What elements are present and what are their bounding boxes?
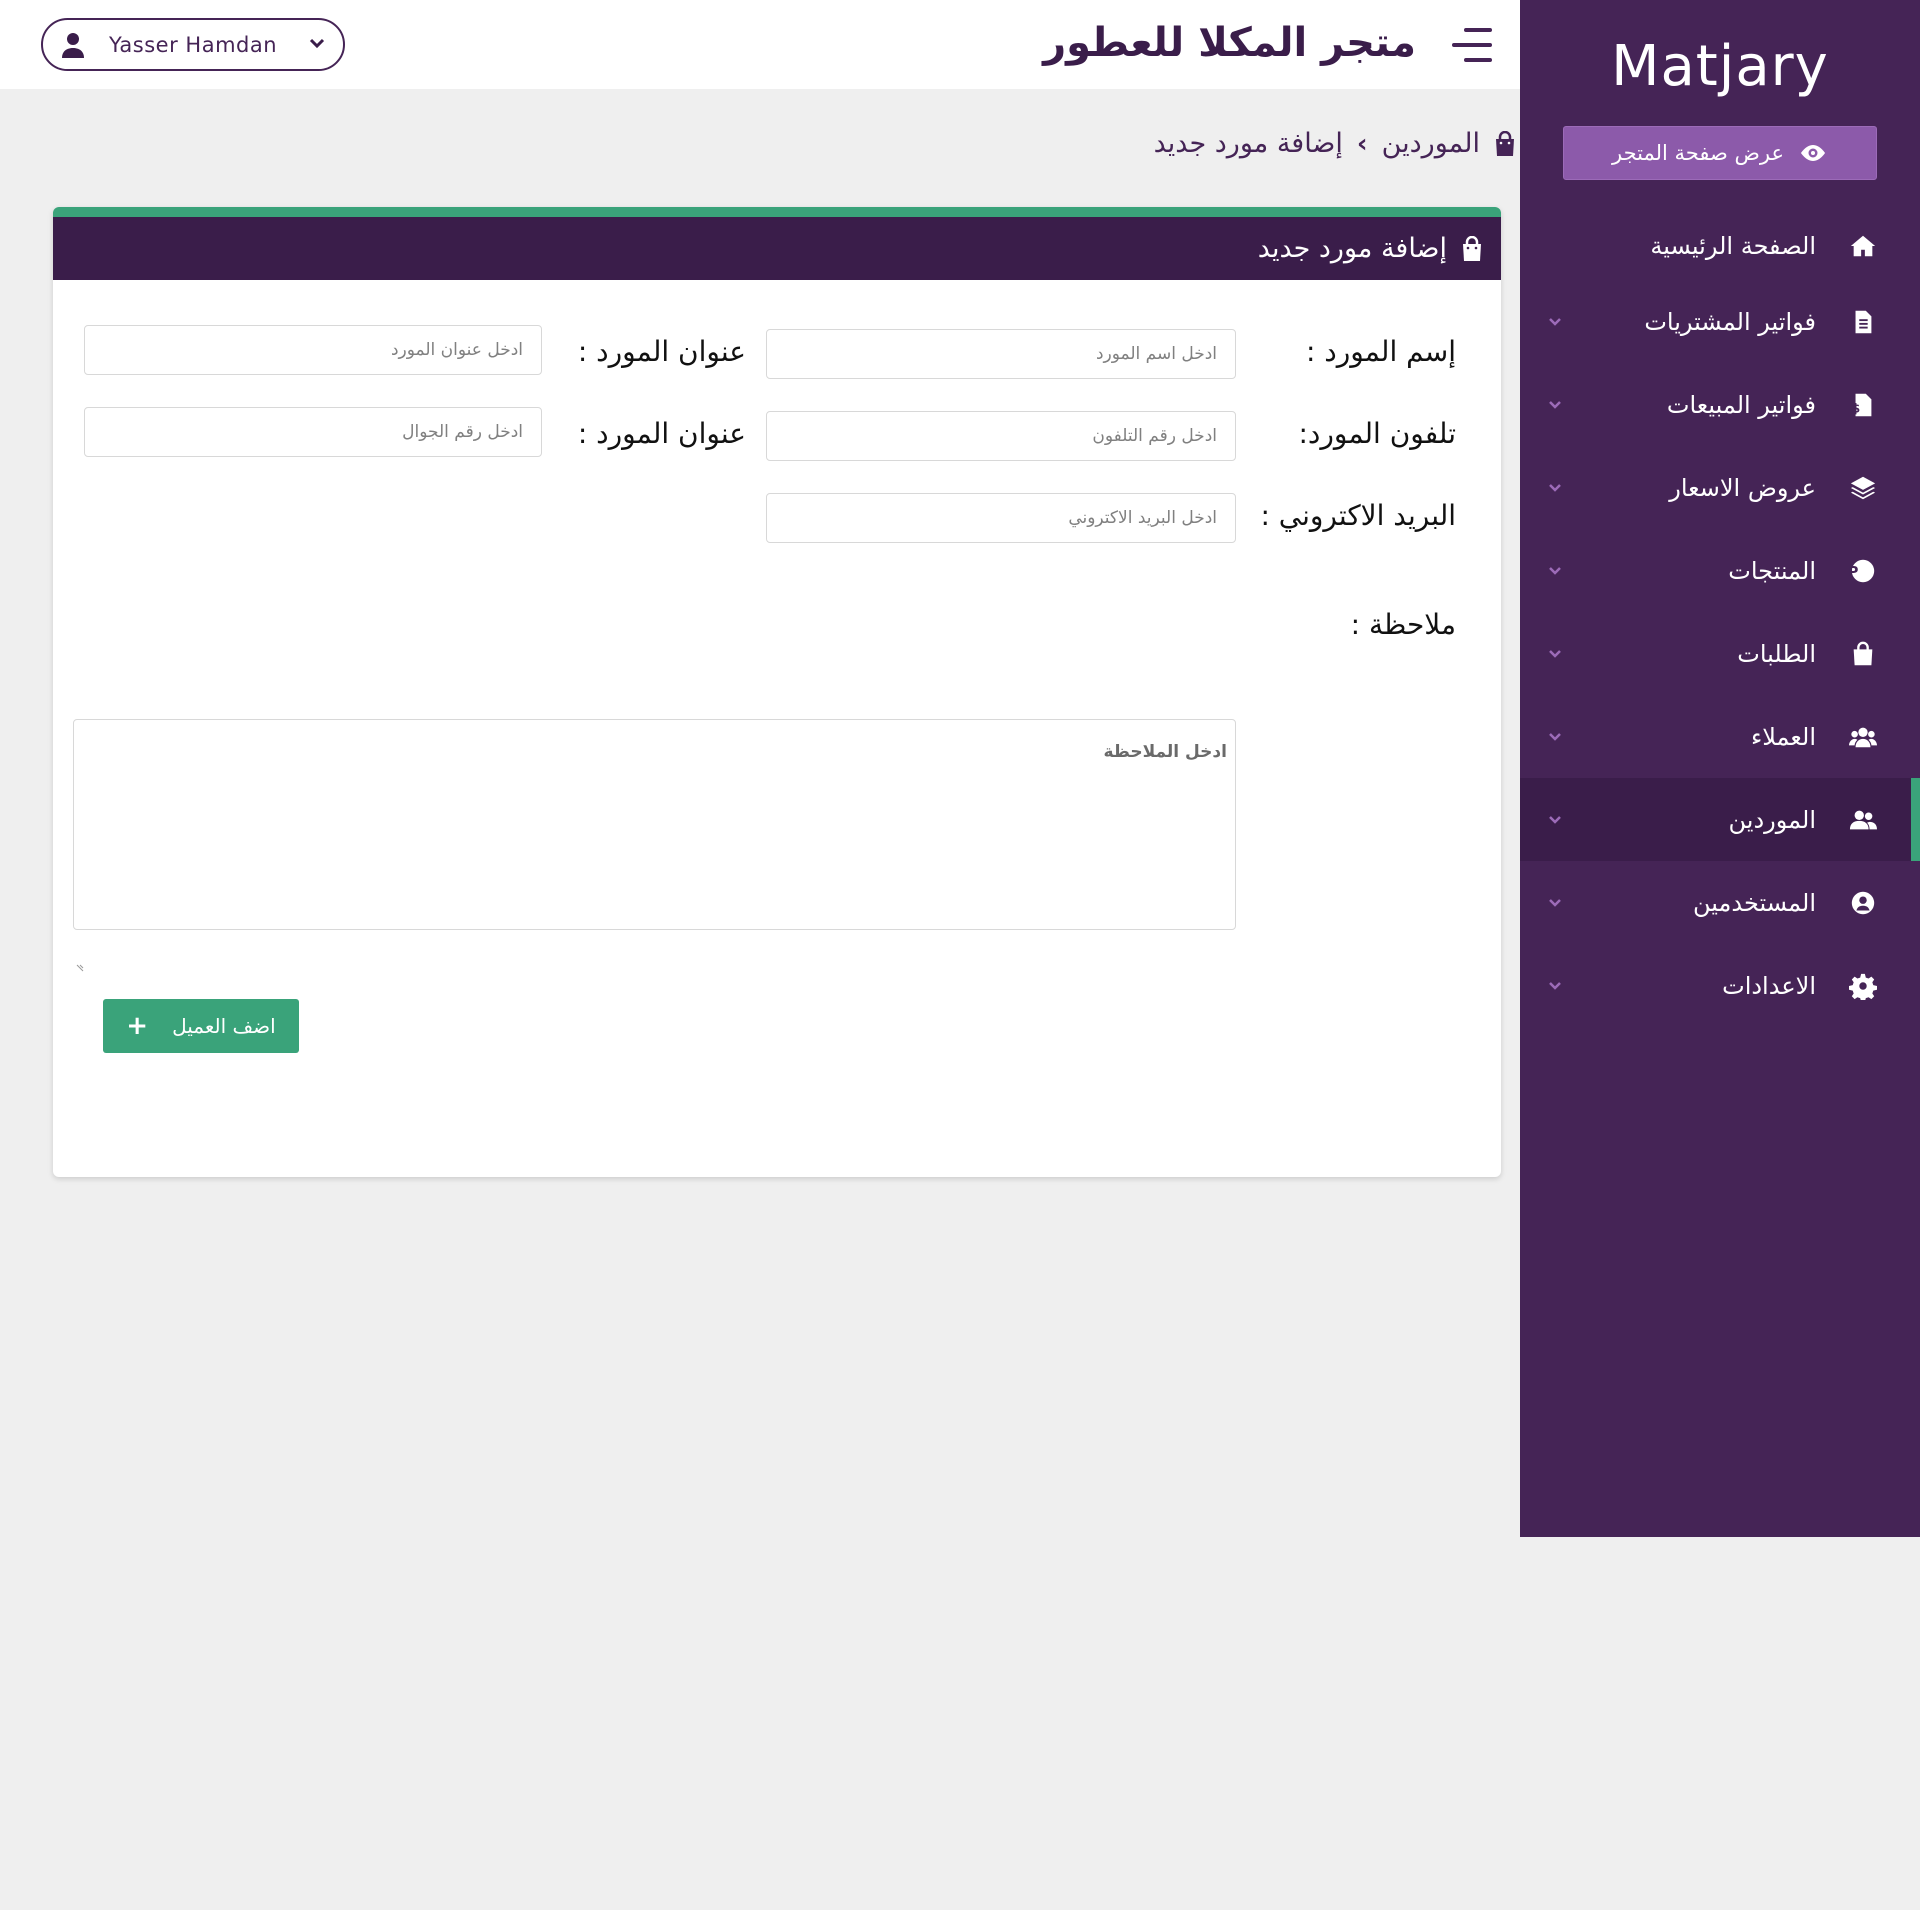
user-menu[interactable]: Yasser Hamdan [41,18,345,71]
dollar-file-icon: $ [1846,388,1880,422]
supplier-address-input[interactable] [84,325,542,375]
supplier-address-label: عنوان المورد : [577,335,746,368]
svg-text:$: $ [1852,401,1860,415]
sidebar-item-orders[interactable]: الطلبات [1520,612,1920,695]
sidebar-item-suppliers[interactable]: الموردين [1520,778,1920,861]
sidebar-item-settings[interactable]: الاعدادات [1520,944,1920,1027]
top-bar: متجر المكلا للعطور Yasser Hamdan [0,0,1520,89]
sidebar-item-label: الطلبات [1737,639,1816,668]
add-supplier-card: إضافة مورد جديد إسم المورد : عنوان المور… [53,207,1501,1177]
menu-toggle-icon[interactable] [1452,26,1492,64]
breadcrumb-current: إضافة مورد جديد [1153,128,1343,159]
supplier-phone-label: تلفون المورد: [1298,417,1456,450]
supplier-mobile-input[interactable] [84,407,542,457]
sidebar-item-quotes[interactable]: عروض الاسعار [1520,446,1920,529]
supplier-email-input[interactable] [766,493,1236,543]
sidebar-item-products[interactable]: P المنتجات [1520,529,1920,612]
note-textarea[interactable] [73,719,1236,930]
chevron-down-icon [1549,400,1561,409]
add-supplier-label: اضف العميل [172,1014,276,1038]
sidebar-item-label: فواتير المشتريات [1644,307,1816,336]
sidebar-item-label: عروض الاسعار [1669,473,1816,502]
shopping-bag-icon [1463,235,1481,261]
user-friends-icon [1846,803,1880,837]
add-supplier-button[interactable]: اضف العميل + [103,999,299,1053]
chevron-down-icon [309,38,325,49]
view-store-label: عرض صفحة المتجر [1612,141,1784,165]
sidebar-item-label: فواتير المبيعات [1666,390,1816,419]
note-label: ملاحظة : [1350,608,1456,641]
svg-text:P: P [1849,564,1858,580]
home-icon [1846,229,1880,263]
sidebar-item-purchase-invoices[interactable]: فواتير المشتريات [1520,280,1920,363]
shopping-bag-icon [1496,130,1514,156]
sidebar-item-label: المستخدمين [1693,888,1816,917]
breadcrumb-separator: › [1356,128,1368,159]
chevron-down-icon [1549,898,1561,907]
supplier-name-label: إسم المورد : [1305,335,1456,368]
supplier-mobile-label: عنوان المورد : [577,417,746,450]
sidebar-item-label: العملاء [1750,722,1816,751]
chevron-down-icon [1549,732,1561,741]
sidebar-item-sales-invoices[interactable]: $ فواتير المبيعات [1520,363,1920,446]
user-circle-icon [1846,886,1880,920]
sidebar-nav: الصفحة الرئيسية فواتير المشتريات $ فواتي… [1520,212,1920,1027]
card-accent-bar [53,207,1501,217]
shopping-bag-icon [1846,637,1880,671]
sidebar-item-label: الصفحة الرئيسية [1650,232,1816,260]
chevron-down-icon [1549,566,1561,575]
sidebar-item-home[interactable]: الصفحة الرئيسية [1520,212,1920,280]
sidebar: Matjary عرض صفحة المتجر الصفحة الرئيسية … [1520,0,1920,1537]
view-store-button[interactable]: عرض صفحة المتجر [1563,126,1877,180]
chevron-down-icon [1549,483,1561,492]
sidebar-item-customers[interactable]: العملاء [1520,695,1920,778]
store-name: متجر المكلا للعطور [1043,20,1416,66]
breadcrumb-parent[interactable]: الموردين [1382,128,1480,159]
supplier-phone-input[interactable] [766,411,1236,461]
chevron-down-icon [1549,981,1561,990]
sidebar-item-users[interactable]: المستخدمين [1520,861,1920,944]
user-icon [62,32,84,58]
sidebar-item-label: الموردين [1728,805,1816,834]
supplier-email-label: البريد الاكتروني : [1260,499,1456,532]
breadcrumb: الموردين › إضافة مورد جديد [1154,128,1516,159]
sidebar-item-label: الاعدادات [1722,971,1816,1000]
product-p-icon: P [1846,554,1880,588]
card-title: إضافة مورد جديد [1257,233,1447,264]
supplier-name-input[interactable] [766,329,1236,379]
users-icon [1846,720,1880,754]
plus-icon: + [126,1011,149,1041]
chevron-down-icon [1549,317,1561,326]
layers-icon [1846,471,1880,505]
brand-logo: Matjary [1611,34,1829,99]
chevron-down-icon [1549,815,1561,824]
user-name: Yasser Hamdan [109,32,278,57]
sidebar-item-label: المنتجات [1728,556,1816,585]
chevron-down-icon [1549,649,1561,658]
eye-icon [1801,145,1825,161]
card-header: إضافة مورد جديد [53,217,1501,280]
resize-handle-icon[interactable] [76,962,86,972]
gear-icon [1846,969,1880,1003]
invoice-icon [1846,305,1880,339]
